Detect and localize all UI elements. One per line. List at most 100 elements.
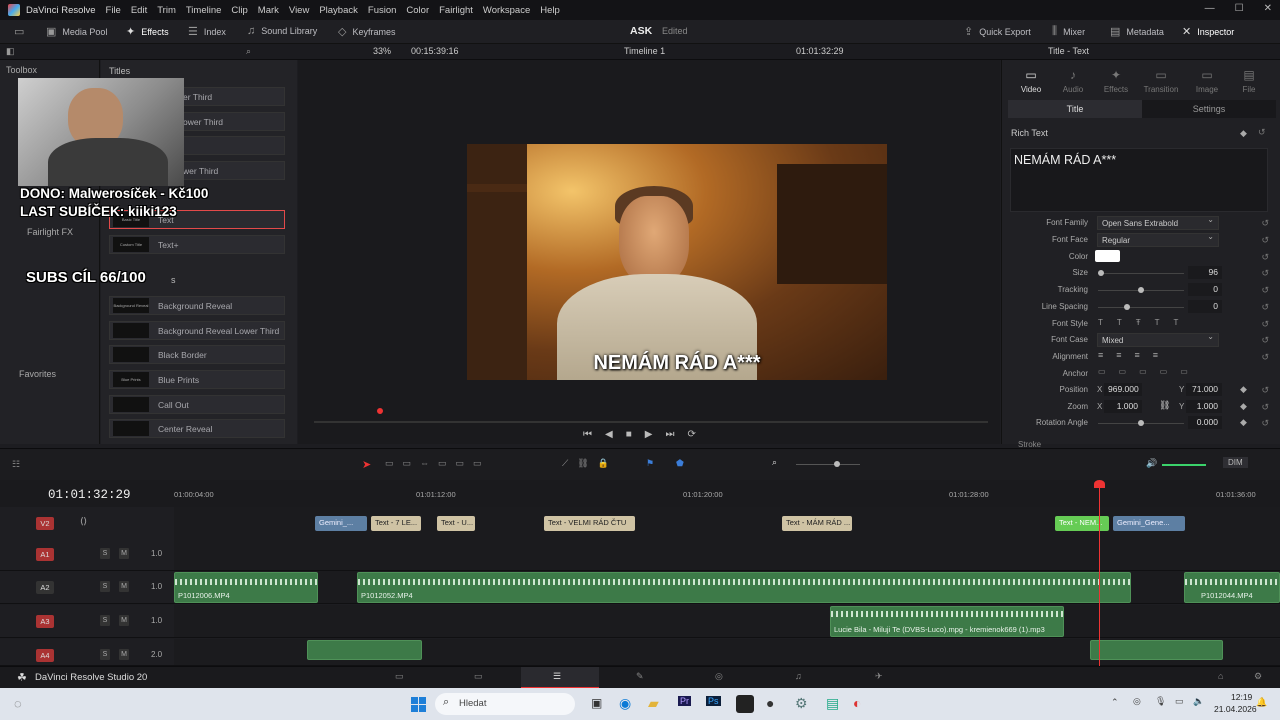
fairlight-page-icon[interactable]: ♫ bbox=[795, 671, 802, 681]
go-to-end-icon[interactable]: ⏭ bbox=[665, 429, 674, 440]
position-x-field[interactable]: 969.000 bbox=[1104, 383, 1142, 396]
minimize-icon[interactable]: — bbox=[1205, 3, 1215, 14]
menu-view[interactable]: View bbox=[289, 5, 309, 16]
zoom-icon[interactable]: ⌕ bbox=[772, 457, 777, 468]
tab-title[interactable]: Title bbox=[1008, 100, 1142, 118]
file-explorer-icon[interactable]: ▰ bbox=[648, 695, 659, 712]
timeline-options-icon[interactable]: ☷ bbox=[12, 459, 20, 470]
reset-icon[interactable]: ↺ bbox=[1261, 302, 1269, 313]
reset-icon[interactable]: ↺ bbox=[1261, 418, 1269, 429]
title-clip-selected[interactable]: Text - NEM... bbox=[1055, 516, 1109, 531]
edge-icon[interactable]: ◉ bbox=[619, 695, 631, 712]
deliver-page-icon[interactable]: ✈ bbox=[875, 671, 883, 682]
rich-text-input[interactable]: NEMÁM RÁD A*** bbox=[1010, 148, 1268, 212]
track-header-a1[interactable]: A1 S M 1.0 bbox=[0, 538, 174, 571]
index-button[interactable]: ☰ Index bbox=[188, 25, 226, 38]
reset-icon[interactable]: ↺ bbox=[1261, 235, 1269, 246]
panel-toggle-icon[interactable]: ▭ bbox=[14, 25, 24, 38]
effect-item[interactable]: Call Out bbox=[109, 395, 285, 414]
track-header-v2[interactable]: V2 ⟨⟩ bbox=[0, 507, 174, 540]
media-pool-button[interactable]: ▣ Media Pool bbox=[46, 25, 107, 38]
zoom-level[interactable]: 33% bbox=[373, 46, 391, 56]
loop-icon[interactable]: ⟳ bbox=[687, 429, 695, 440]
font-face-select[interactable]: Regular bbox=[1097, 232, 1219, 247]
menu-fusion[interactable]: Fusion bbox=[368, 5, 397, 16]
tab-settings[interactable]: Settings bbox=[1142, 100, 1276, 118]
link-icon[interactable]: ⛓ bbox=[1159, 400, 1170, 411]
menu-mark[interactable]: Mark bbox=[258, 5, 279, 16]
headphones-icon[interactable]: ◐ bbox=[853, 695, 861, 711]
tray-app-icon[interactable]: ◎ bbox=[1133, 696, 1141, 707]
menu-trim[interactable]: Trim bbox=[157, 5, 176, 16]
rotation-slider[interactable] bbox=[1098, 420, 1184, 426]
position-y-field[interactable]: 71.000 bbox=[1186, 383, 1222, 396]
effect-item[interactable]: Background Reveal Background Reveal bbox=[109, 296, 285, 315]
speaker-icon[interactable]: 🔈 bbox=[1193, 696, 1204, 707]
playhead[interactable] bbox=[1099, 480, 1100, 666]
effect-item-text-plus[interactable]: Custom Title Text+ bbox=[109, 235, 285, 254]
menu-file[interactable]: File bbox=[106, 5, 121, 16]
menu-timeline[interactable]: Timeline bbox=[186, 5, 222, 16]
title-clip[interactable]: Text - 7 LE... bbox=[371, 516, 421, 531]
tab-audio[interactable]: ♪ Audio bbox=[1052, 68, 1094, 94]
davinci-taskbar-icon[interactable] bbox=[736, 695, 754, 713]
menu-edit[interactable]: Edit bbox=[131, 5, 147, 16]
stop-icon[interactable]: ■ bbox=[626, 429, 632, 440]
keyframe-diamond-icon[interactable]: ◆ bbox=[1240, 128, 1247, 139]
tab-video[interactable]: ▭ Video bbox=[1010, 68, 1052, 94]
volume-slider[interactable] bbox=[1162, 464, 1206, 466]
menu-fairlight[interactable]: Fairlight bbox=[439, 5, 473, 16]
step-back-icon[interactable]: ◀ bbox=[605, 429, 613, 440]
line-spacing-slider[interactable] bbox=[1098, 304, 1184, 310]
line-spacing-field[interactable]: 0 bbox=[1188, 300, 1222, 313]
tab-transition[interactable]: ▭ Transition bbox=[1140, 68, 1182, 94]
video-frame[interactable]: NEMÁM RÁD A*** bbox=[467, 144, 887, 380]
audio-clip[interactable] bbox=[307, 640, 422, 660]
scrubber-bar[interactable] bbox=[314, 421, 988, 423]
scrubber-marker-icon[interactable] bbox=[377, 408, 383, 414]
color-page-icon[interactable]: ◎ bbox=[715, 671, 723, 682]
reset-icon[interactable]: ↺ bbox=[1261, 319, 1269, 330]
anchor-buttons[interactable]: ▭▭▭▭▭ bbox=[1098, 367, 1201, 376]
reset-icon[interactable]: ↺ bbox=[1261, 402, 1269, 413]
timeline-selector[interactable]: Timeline 1 bbox=[624, 46, 665, 56]
marker-icon[interactable]: ⬟ bbox=[676, 458, 684, 469]
menu-clip[interactable]: Clip bbox=[231, 5, 247, 16]
size-field[interactable]: 96 bbox=[1188, 266, 1222, 279]
volume-icon[interactable]: 🔊 bbox=[1146, 458, 1157, 469]
network-icon[interactable]: ▭ bbox=[1175, 696, 1184, 707]
effects-button[interactable]: ✦ Effects bbox=[126, 25, 169, 38]
tracking-field[interactable]: 0 bbox=[1188, 283, 1222, 296]
audio-clip[interactable]: P1012006.MP4 bbox=[174, 572, 318, 603]
font-family-select[interactable]: Open Sans Extrabold bbox=[1097, 215, 1219, 230]
edit-page-tab[interactable]: ☰ bbox=[521, 667, 599, 689]
effect-item[interactable]: Blue Prints Blue Prints bbox=[109, 370, 285, 389]
keyframe-diamond-icon[interactable]: ◆ bbox=[1240, 384, 1247, 395]
task-view-icon[interactable]: ▣ bbox=[591, 696, 602, 710]
timeline-zoom-slider[interactable] bbox=[796, 461, 860, 467]
go-to-start-icon[interactable]: ⏮ bbox=[583, 429, 592, 440]
sound-library-button[interactable]: ♫ Sound Library bbox=[247, 25, 317, 37]
tab-image[interactable]: ▭ Image bbox=[1186, 68, 1228, 94]
audio-clip-music[interactable]: Lucie Bila - Miluji Te (DVBS-Luco).mpg -… bbox=[830, 606, 1064, 637]
sidebar-toggle-icon[interactable]: ◧ bbox=[6, 46, 15, 57]
title-clip[interactable]: Text - VELMI RÁD ČTU bbox=[544, 516, 635, 531]
clock-date[interactable]: 21.04.2026 bbox=[1214, 704, 1257, 714]
audio-clip[interactable]: P1012052.MP4 bbox=[357, 572, 1131, 603]
track-header-a3[interactable]: A3 S M 1.0 bbox=[0, 605, 174, 638]
track-lane-a1[interactable] bbox=[174, 538, 1280, 571]
fairlight-fx-item[interactable]: Fairlight FX bbox=[27, 227, 73, 237]
zoom-x-field[interactable]: 1.000 bbox=[1104, 400, 1142, 413]
widgets-icon[interactable]: ◌ bbox=[14, 696, 22, 711]
menu-workspace[interactable]: Workspace bbox=[483, 5, 530, 16]
quick-export-button[interactable]: ⇪ Quick Export bbox=[964, 25, 1031, 38]
keyframe-diamond-icon[interactable]: ◆ bbox=[1240, 417, 1247, 428]
reset-icon[interactable]: ↺ bbox=[1258, 127, 1266, 138]
effect-item[interactable]: Black Border bbox=[109, 345, 285, 364]
settings-icon[interactable]: ⚙ bbox=[1254, 671, 1262, 682]
close-icon[interactable]: ✕ bbox=[1264, 3, 1272, 14]
effect-item[interactable]: Background Reveal Lower Third bbox=[109, 321, 285, 340]
playhead-handle-icon[interactable] bbox=[1094, 480, 1105, 488]
tab-effects[interactable]: ✦ Effects bbox=[1095, 68, 1137, 94]
inspector-button[interactable]: ✕ Inspector bbox=[1182, 25, 1234, 38]
